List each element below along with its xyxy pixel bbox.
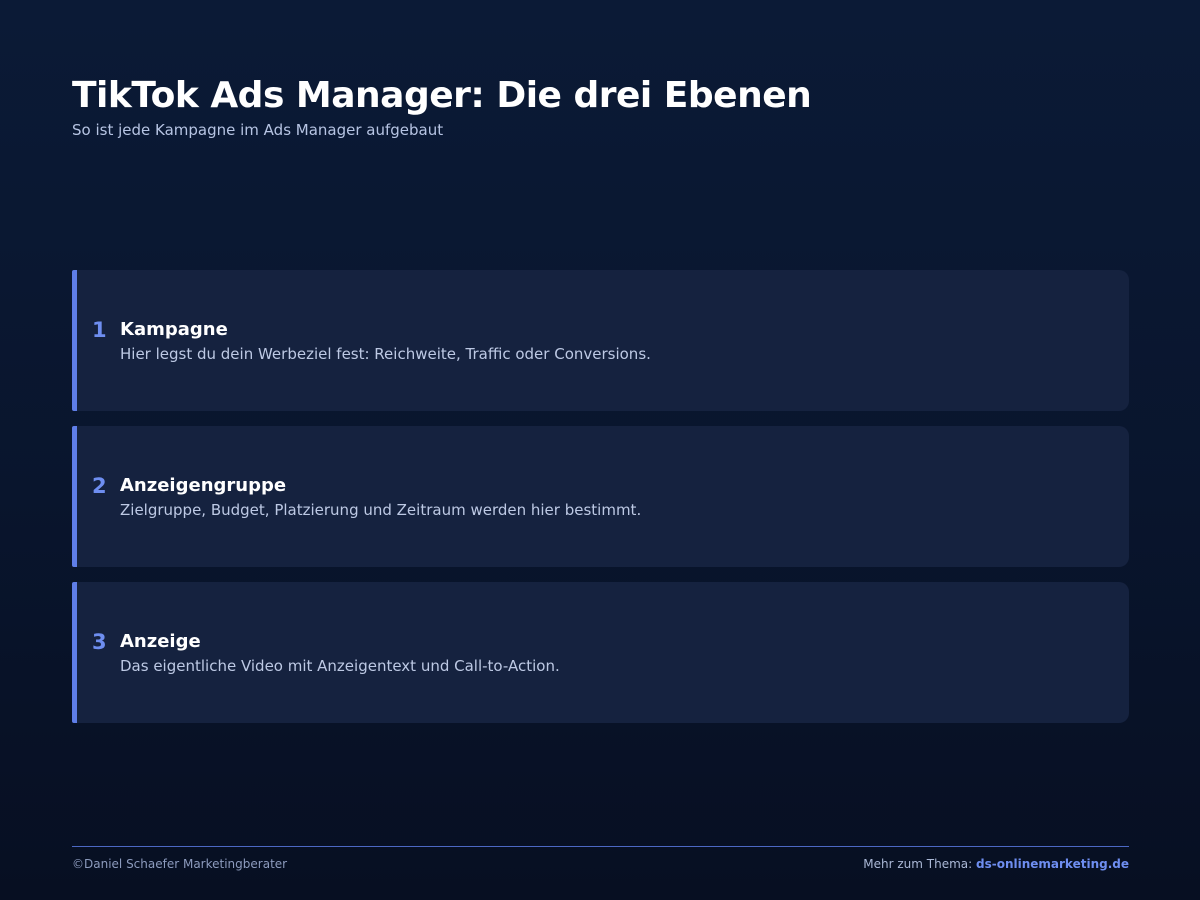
level-description: Hier legst du dein Werbeziel fest: Reich… xyxy=(120,345,651,363)
level-card-anzeige: 3 Anzeige Das eigentliche Video mit Anze… xyxy=(72,582,1129,723)
level-description: Das eigentliche Video mit Anzeigentext u… xyxy=(120,657,560,675)
page-subtitle: So ist jede Kampagne im Ads Manager aufg… xyxy=(72,121,444,139)
level-number: 2 xyxy=(92,474,107,498)
level-name: Kampagne xyxy=(120,319,228,340)
level-number: 1 xyxy=(92,318,107,342)
footer-more-label: Mehr zum Thema: xyxy=(863,857,973,871)
footer-website-link[interactable]: ds-onlinemarketing.de xyxy=(976,857,1129,871)
level-name: Anzeigengruppe xyxy=(120,475,287,496)
header: TikTok Ads Manager: Die drei Ebenen So i… xyxy=(72,74,1128,140)
level-description: Zielgruppe, Budget, Platzierung und Zeit… xyxy=(120,501,642,519)
level-name: Anzeige xyxy=(120,631,201,652)
footer: ©Daniel Schaefer Marketingberater Mehr z… xyxy=(72,846,1129,871)
level-card-anzeigengruppe: 2 Anzeigengruppe Zielgruppe, Budget, Pla… xyxy=(72,426,1129,567)
level-card-kampagne: 1 Kampagne Hier legst du dein Werbeziel … xyxy=(72,270,1129,411)
footer-more: Mehr zum Thema: ds-onlinemarketing.de xyxy=(863,857,1129,871)
level-number: 3 xyxy=(92,630,107,654)
levels-list: 1 Kampagne Hier legst du dein Werbeziel … xyxy=(72,270,1129,738)
footer-copyright: ©Daniel Schaefer Marketingberater xyxy=(72,857,288,871)
page-title: TikTok Ads Manager: Die drei Ebenen xyxy=(72,75,812,116)
